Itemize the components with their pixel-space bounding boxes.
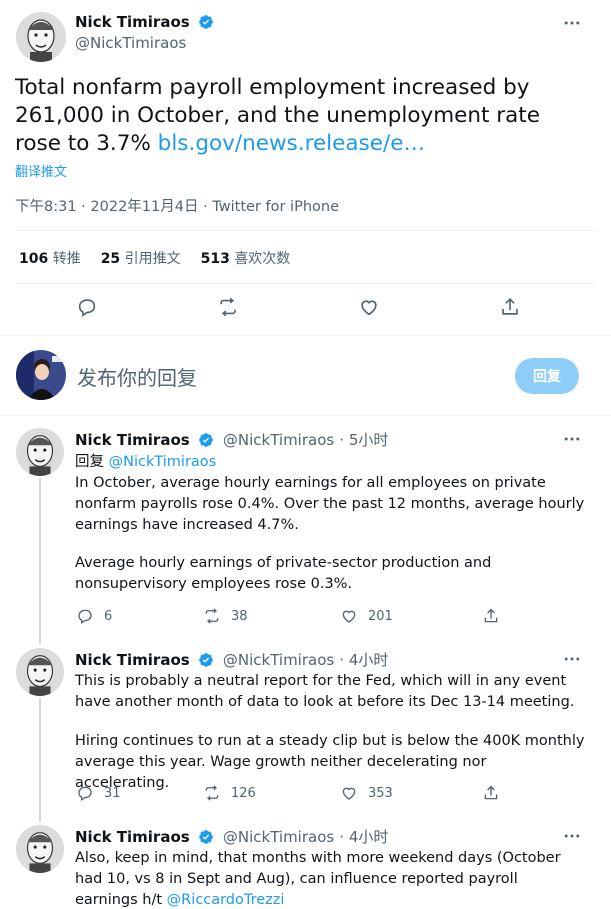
verified-badge-icon (198, 433, 213, 447)
reply-action[interactable]: 6 (76, 607, 112, 625)
like-icon[interactable] (358, 296, 380, 322)
share-action[interactable] (482, 784, 510, 802)
retweet-icon (205, 608, 219, 624)
reply-author-handle[interactable]: @NickTimiraos (223, 828, 334, 846)
reply-author-handle[interactable]: @NickTimiraos (223, 431, 334, 449)
reply-header: Nick Timiraos @NickTimiraos · 4小时 (75, 828, 389, 846)
reply-author-handle[interactable]: @NickTimiraos (223, 651, 334, 669)
more-options-icon[interactable] (562, 13, 582, 37)
retweet-action[interactable]: 126 (203, 784, 256, 802)
share-icon[interactable] (499, 296, 521, 322)
current-user-avatar[interactable] (16, 350, 66, 400)
reply-icon (78, 786, 92, 802)
like-action[interactable]: 201 (340, 607, 393, 625)
like-icon (342, 610, 356, 623)
reply-avatar[interactable] (16, 648, 64, 696)
verified-badge-icon (198, 15, 213, 29)
thread-connector (39, 478, 41, 644)
reply-header: Nick Timiraos @NickTimiraos · 5小时 (75, 431, 389, 449)
reply-author-name[interactable]: Nick Timiraos (75, 431, 190, 449)
reply-author-name[interactable]: Nick Timiraos (75, 651, 190, 669)
like-action[interactable]: 353 (340, 784, 393, 802)
reply-avatar[interactable] (16, 825, 64, 873)
verified-badge-icon (198, 830, 213, 844)
reply-action[interactable]: 31 (76, 784, 121, 802)
retweet-action[interactable]: 38 (203, 607, 248, 625)
tweet-timestamp[interactable]: 下午8:31 · 2022年11月4日 · Twitter for iPhone (15, 195, 339, 216)
reply-button[interactable]: 回复 (515, 358, 579, 394)
replying-to: 回复 @NickTimiraos (75, 454, 217, 470)
reply-time[interactable]: 5小时 (349, 431, 389, 449)
author-name[interactable]: Nick Timiraos (75, 13, 190, 31)
share-action[interactable] (482, 607, 510, 625)
reply-header: Nick Timiraos @NickTimiraos · 4小时 (75, 651, 389, 669)
retweet-icon[interactable] (217, 296, 239, 322)
like-icon (342, 787, 356, 800)
more-options-icon[interactable] (562, 649, 582, 673)
tweet-link[interactable]: bls.gov/news.release/e… (158, 131, 425, 156)
reply-author-name[interactable]: Nick Timiraos (75, 828, 190, 846)
reply-text: In October, average hourly earnings for … (75, 475, 585, 533)
mention-link[interactable]: @RiccardoTrezzi (167, 892, 285, 908)
quote-count-stat[interactable]: 25 引用推文 (101, 248, 181, 268)
reply-text: Also, keep in mind, that months with mor… (75, 850, 561, 908)
more-options-icon[interactable] (562, 826, 582, 850)
reply-compose-input[interactable]: 发布你的回复 (77, 362, 197, 391)
reply-text-paragraph: Average hourly earnings of private-secto… (75, 555, 492, 592)
reply-text: This is probably a neutral report for th… (75, 673, 575, 710)
reply-avatar[interactable] (16, 428, 64, 476)
tweet-stats: 106 转推 25 引用推文 513 喜欢次数 (19, 248, 290, 268)
tweet-text: Total nonfarm payroll employment increas… (15, 74, 585, 158)
reply-time[interactable]: 4小时 (349, 651, 389, 669)
author-handle[interactable]: @NickTimiraos (75, 34, 186, 52)
reply-icon[interactable] (76, 296, 98, 322)
more-options-icon[interactable] (562, 429, 582, 453)
thread-connector (39, 698, 41, 822)
replying-to-handle[interactable]: @NickTimiraos (109, 454, 217, 470)
reply-time[interactable]: 4小时 (349, 828, 389, 846)
retweet-icon (205, 785, 219, 801)
like-count-stat[interactable]: 513 喜欢次数 (201, 248, 291, 268)
author-avatar[interactable] (16, 12, 66, 62)
share-icon (484, 785, 498, 800)
retweet-count-stat[interactable]: 106 转推 (19, 248, 81, 268)
translate-tweet-link[interactable]: 翻译推文 (15, 161, 67, 180)
reply-icon (78, 609, 92, 625)
share-icon (484, 608, 498, 623)
verified-badge-icon (198, 653, 213, 667)
